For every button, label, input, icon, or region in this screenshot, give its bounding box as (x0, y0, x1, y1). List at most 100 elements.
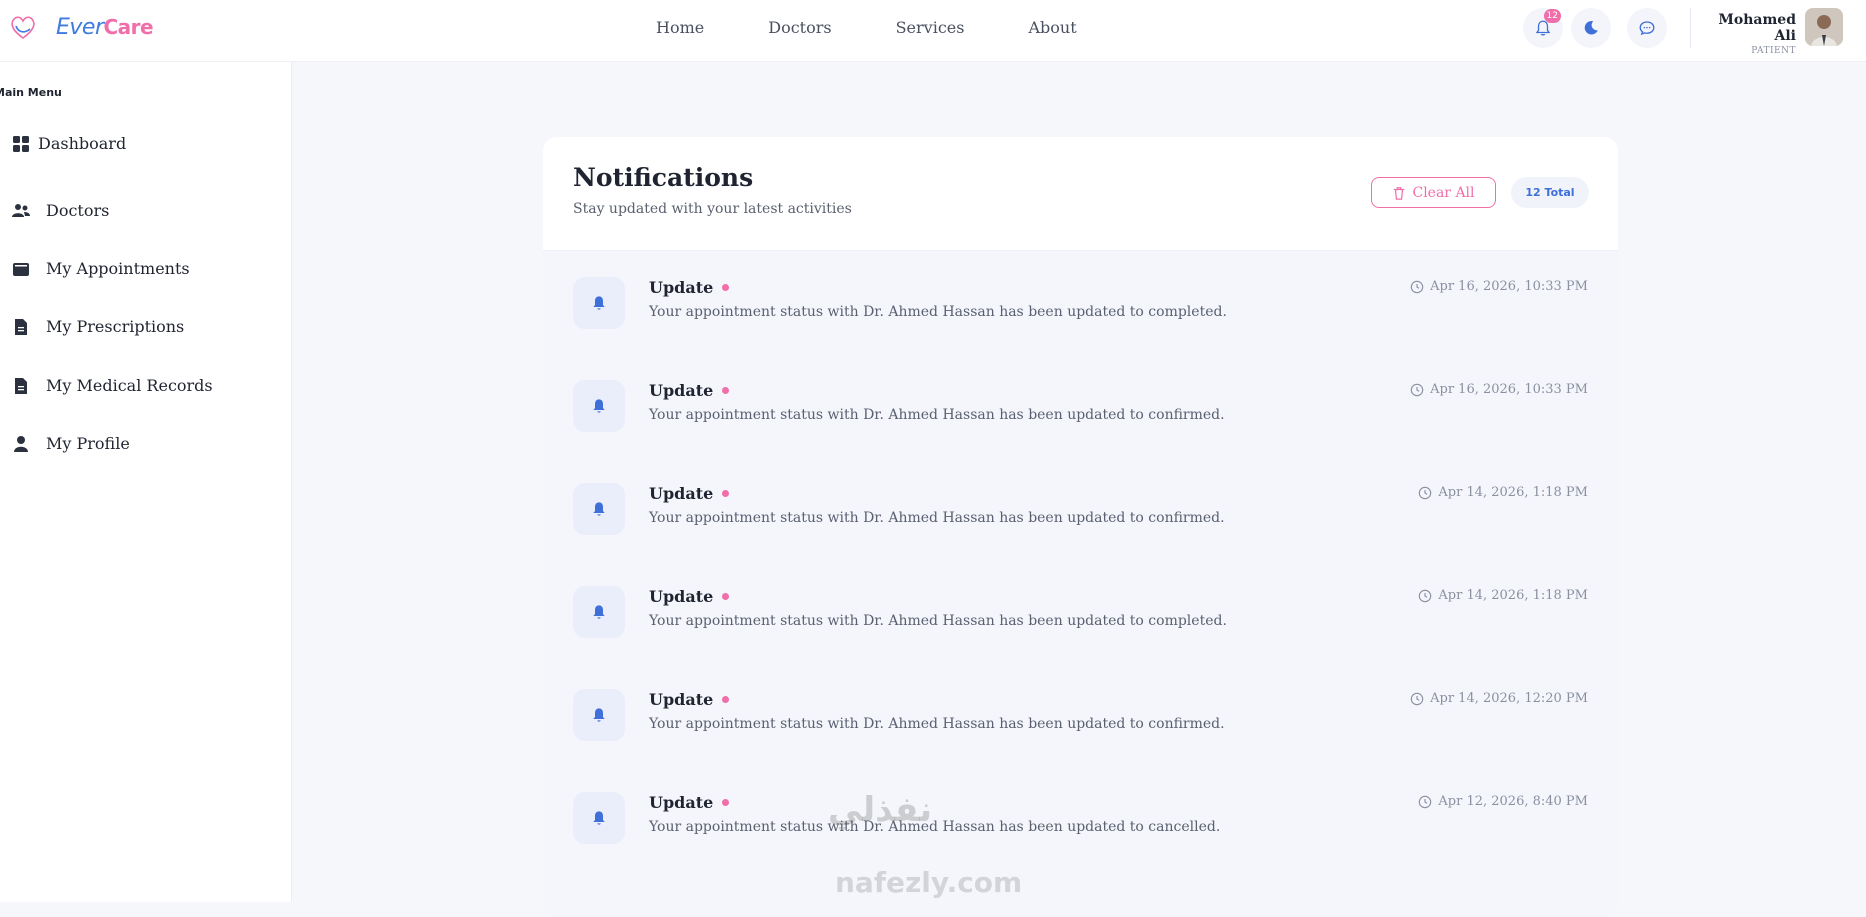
notification-title: Update (649, 690, 730, 709)
notification-message: Your appointment status with Dr. Ahmed H… (649, 407, 1225, 423)
unread-dot (722, 387, 730, 394)
sidebar: Main Menu Dashboard Doctors My Appointme… (0, 62, 292, 902)
notification-time-text: Apr 16, 2026, 10:33 PM (1430, 279, 1588, 294)
notification-time: Apr 16, 2026, 10:33 PM (1410, 382, 1588, 397)
nav-about[interactable]: About (1028, 18, 1076, 37)
clock-icon (1419, 486, 1432, 499)
theme-toggle-button[interactable] (1571, 8, 1611, 48)
messages-button[interactable] (1627, 8, 1667, 48)
notification-title: Update (649, 484, 730, 503)
header-divider (1690, 8, 1691, 48)
sidebar-item-medical-records[interactable]: My Medical Records (12, 376, 213, 395)
notification-title: Update (649, 793, 730, 812)
user-menu[interactable]: Mohamed Ali PATIENT (1700, 8, 1796, 56)
notification-time: Apr 16, 2026, 10:33 PM (1410, 279, 1588, 294)
notifications-header: Notifications Stay updated with your lat… (543, 137, 1618, 251)
sidebar-item-label: My Prescriptions (46, 317, 185, 336)
unread-dot (722, 799, 730, 806)
avatar-photo-icon (1805, 8, 1843, 46)
notification-message: Your appointment status with Dr. Ahmed H… (649, 613, 1227, 629)
clear-all-label: Clear All (1412, 184, 1475, 201)
wallet-icon (13, 262, 29, 276)
notification-title: Update (649, 381, 730, 400)
notification-title-text: Update (649, 484, 714, 503)
notification-icon-box (573, 586, 625, 638)
sidebar-item-label: Dashboard (38, 134, 127, 153)
notification-time: Apr 14, 2026, 12:20 PM (1410, 691, 1588, 706)
notification-message: Your appointment status with Dr. Ahmed H… (649, 510, 1225, 526)
nav-home[interactable]: Home (656, 18, 704, 37)
users-icon (12, 203, 30, 217)
nav-doctors[interactable]: Doctors (768, 18, 831, 37)
trash-icon (1394, 186, 1405, 200)
sidebar-item-label: My Medical Records (46, 376, 213, 395)
notifications-button[interactable]: 12 (1523, 8, 1563, 48)
notification-message: Your appointment status with Dr. Ahmed H… (649, 304, 1227, 320)
brand-name: EverCare (56, 14, 154, 40)
moon-icon (1584, 21, 1598, 35)
nav-services[interactable]: Services (896, 18, 965, 37)
top-navbar: EverCare Home Doctors Services About 12 … (0, 0, 1866, 62)
notification-time: Apr 14, 2026, 1:18 PM (1418, 588, 1588, 603)
notification-time: Apr 14, 2026, 1:18 PM (1418, 485, 1588, 500)
notification-time-text: Apr 14, 2026, 12:20 PM (1430, 691, 1588, 706)
clock-icon (1419, 795, 1432, 808)
user-name: Mohamed Ali (1718, 12, 1796, 44)
brand-name-part2: Care (103, 14, 154, 39)
sidebar-item-dashboard[interactable]: Dashboard (12, 134, 126, 153)
page-subtitle: Stay updated with your latest activities (573, 201, 852, 217)
main-nav: Home Doctors Services About (656, 0, 1077, 55)
notification-icon-box (573, 380, 625, 432)
bell-icon (593, 296, 605, 310)
notification-title-text: Update (649, 793, 714, 812)
chat-icon (1639, 21, 1655, 36)
notifications-card: Notifications Stay updated with your lat… (543, 137, 1618, 917)
sidebar-item-profile[interactable]: My Profile (12, 434, 130, 453)
grid-icon (13, 135, 29, 152)
user-role: PATIENT (1751, 46, 1796, 56)
sidebar-item-prescriptions[interactable]: My Prescriptions (12, 317, 184, 336)
notification-item[interactable]: Update Your appointment status with Dr. A… (543, 766, 1618, 869)
bell-icon (593, 811, 605, 825)
notification-title-text: Update (649, 690, 714, 709)
sidebar-item-label: My Appointments (46, 259, 190, 278)
sidebar-item-label: Doctors (46, 201, 110, 220)
unread-dot (722, 284, 730, 291)
notification-title-text: Update (649, 278, 714, 297)
notification-time-text: Apr 16, 2026, 10:33 PM (1430, 382, 1588, 397)
clear-all-button[interactable]: Clear All (1371, 177, 1496, 208)
notification-time-text: Apr 12, 2026, 8:40 PM (1438, 794, 1588, 809)
sidebar-item-doctors[interactable]: Doctors (12, 201, 109, 220)
unread-dot (722, 490, 730, 497)
sidebar-item-appointments[interactable]: My Appointments (12, 259, 190, 278)
notification-time-text: Apr 14, 2026, 1:18 PM (1438, 588, 1588, 603)
notification-icon-box (573, 483, 625, 535)
brand-name-part1: Ever (56, 14, 104, 40)
bell-icon (593, 708, 605, 722)
file-icon (15, 318, 27, 335)
watermark-latin: nafezly.com (835, 866, 1023, 899)
notification-icon-box (573, 689, 625, 741)
brand-logo[interactable]: EverCare (8, 12, 154, 42)
total-count-badge: 12 Total (1511, 177, 1589, 208)
avatar[interactable] (1805, 8, 1843, 46)
clock-icon (1419, 589, 1432, 602)
notification-time-text: Apr 14, 2026, 1:18 PM (1438, 485, 1588, 500)
watermark-arabic: نفذلي (828, 790, 933, 830)
clock-icon (1410, 383, 1424, 396)
notification-message: Your appointment status with Dr. Ahmed H… (649, 716, 1225, 732)
notification-icon-box (573, 277, 625, 329)
bell-icon (593, 605, 605, 619)
user-icon (14, 435, 28, 452)
notification-item[interactable]: Update Your appointment status with Dr. A… (543, 354, 1618, 457)
notification-item[interactable]: Update Your appointment status with Dr. A… (543, 560, 1618, 663)
notification-item[interactable]: Update Your appointment status with Dr. A… (543, 457, 1618, 560)
notification-title-text: Update (649, 587, 714, 606)
notification-item[interactable]: Update Your appointment status with Dr. A… (543, 251, 1618, 354)
sidebar-title: Main Menu (0, 86, 62, 99)
heart-logo-icon (11, 16, 35, 39)
notification-item[interactable]: Update Your appointment status with Dr. A… (543, 663, 1618, 766)
notification-icon-box (573, 792, 625, 844)
file-icon (15, 377, 27, 394)
bell-icon (593, 502, 605, 516)
